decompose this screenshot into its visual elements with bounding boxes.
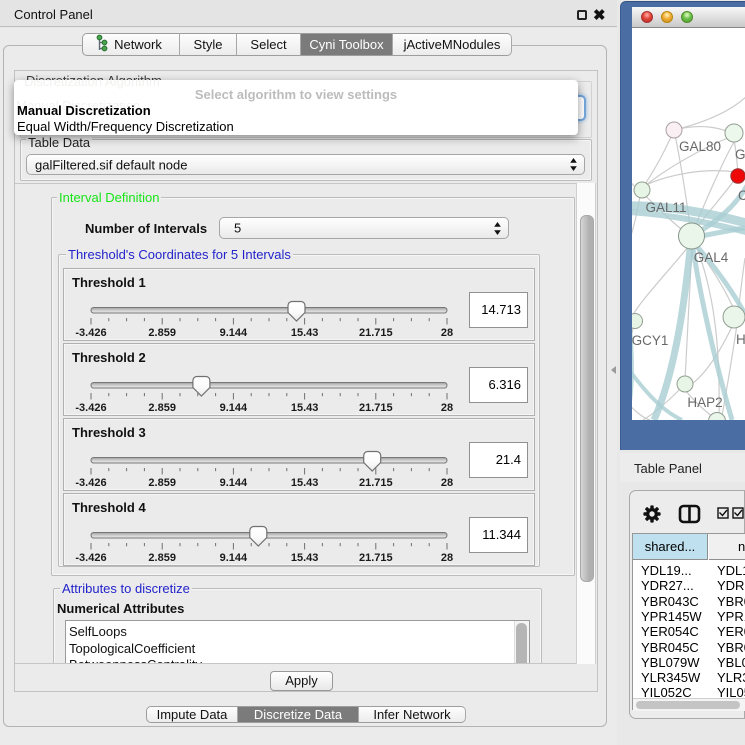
svg-text:21.715: 21.715 xyxy=(359,402,393,414)
svg-text:28: 28 xyxy=(441,327,453,339)
svg-text:H: H xyxy=(736,332,745,347)
svg-text:9.144: 9.144 xyxy=(220,327,248,339)
svg-text:28: 28 xyxy=(441,402,453,414)
svg-text:28: 28 xyxy=(441,552,453,564)
svg-text:9.144: 9.144 xyxy=(220,402,248,414)
svg-text:2.859: 2.859 xyxy=(148,327,176,339)
svg-text:15.43: 15.43 xyxy=(291,402,319,414)
svg-text:21.715: 21.715 xyxy=(359,552,393,564)
svg-text:28: 28 xyxy=(441,477,453,489)
svg-text:HAP2: HAP2 xyxy=(687,395,722,410)
svg-text:GA: GA xyxy=(735,147,745,162)
svg-text:15.43: 15.43 xyxy=(291,552,319,564)
svg-text:2.859: 2.859 xyxy=(148,402,176,414)
svg-text:-3.426: -3.426 xyxy=(75,552,106,564)
svg-text:GAL11: GAL11 xyxy=(645,200,686,215)
svg-text:21.715: 21.715 xyxy=(359,327,393,339)
svg-text:-3.426: -3.426 xyxy=(75,477,106,489)
svg-text:GAL80: GAL80 xyxy=(679,139,721,154)
svg-text:-3.426: -3.426 xyxy=(75,327,106,339)
svg-text:2.859: 2.859 xyxy=(148,477,176,489)
svg-text:GCY1: GCY1 xyxy=(632,333,668,348)
svg-text:9.144: 9.144 xyxy=(220,552,248,564)
svg-text:GAL4: GAL4 xyxy=(694,250,729,265)
svg-text:21.715: 21.715 xyxy=(359,477,393,489)
svg-text:2.859: 2.859 xyxy=(148,552,176,564)
svg-text:C: C xyxy=(738,188,745,203)
svg-text:15.43: 15.43 xyxy=(291,477,319,489)
svg-text:9.144: 9.144 xyxy=(220,477,248,489)
svg-text:15.43: 15.43 xyxy=(291,327,319,339)
svg-text:-3.426: -3.426 xyxy=(75,402,106,414)
